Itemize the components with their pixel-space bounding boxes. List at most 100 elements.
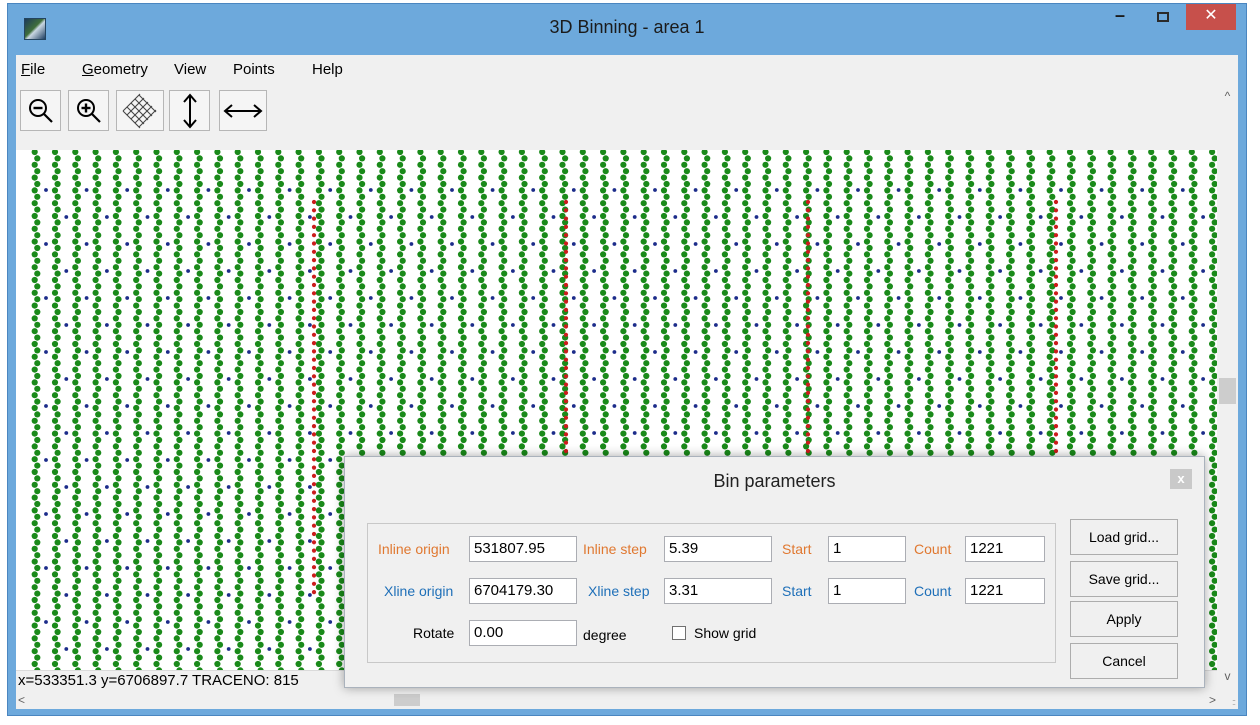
trace-point (582, 283, 589, 290)
minimize-button[interactable]: – (1105, 4, 1135, 30)
vertical-arrows-button[interactable] (169, 90, 210, 131)
trace-point (133, 430, 140, 437)
trace-point (135, 168, 142, 175)
trace-point (196, 232, 203, 239)
trace-point (72, 456, 79, 463)
menu-geometry[interactable]: Geometry (82, 61, 148, 78)
trace-point (1110, 206, 1117, 213)
trace-point (927, 308, 934, 316)
trace-point (1191, 347, 1198, 354)
trace-point (234, 430, 241, 437)
trace-point (214, 212, 221, 220)
trace-point (275, 187, 282, 194)
trace-point (785, 296, 792, 303)
trace-point (843, 302, 850, 309)
trace-point (582, 449, 589, 456)
menu-view[interactable]: View (174, 61, 206, 78)
trace-point (1150, 244, 1157, 252)
trace-point (579, 225, 586, 232)
trace-point (988, 436, 995, 444)
trace-point (275, 353, 282, 360)
trace-point (478, 212, 485, 220)
trace-point (1168, 187, 1175, 194)
trace-point (886, 283, 894, 290)
trace-point (176, 641, 183, 648)
trace-point (846, 360, 853, 367)
trace-point (480, 411, 487, 418)
trace-point (376, 379, 383, 386)
trace-point (1069, 193, 1076, 200)
trace-point (115, 616, 122, 623)
trace-point (216, 321, 224, 328)
trace-point (359, 411, 366, 418)
trace-point (843, 353, 850, 360)
trace-point (194, 430, 201, 437)
trace-point (742, 264, 749, 271)
trace-point (277, 398, 284, 405)
trace-point (1066, 379, 1074, 386)
trace-point (216, 283, 224, 290)
close-button[interactable]: ✕ (1186, 4, 1236, 30)
trace-point (843, 238, 850, 245)
trace-point (622, 296, 630, 303)
trace-point (681, 379, 688, 386)
trace-point (622, 206, 630, 213)
grid-button[interactable] (116, 90, 164, 131)
trace-point (985, 417, 992, 424)
trace-point (1089, 168, 1096, 175)
trace-point (315, 379, 322, 386)
trace-point (1148, 187, 1155, 194)
trace-point (1188, 379, 1195, 386)
trace-point (196, 180, 203, 188)
trace-point (196, 488, 203, 495)
trace-point (1130, 296, 1137, 303)
trace-point (1066, 315, 1074, 322)
trace-point (216, 155, 224, 162)
menu-file[interactable]: File (21, 61, 45, 78)
trace-point (1069, 398, 1076, 405)
trace-point (907, 232, 914, 239)
trace-point (965, 404, 972, 412)
trace-point (721, 417, 729, 424)
trace-point (762, 392, 769, 399)
trace-point (521, 283, 528, 290)
receiver-point (105, 431, 109, 435)
trace-point (214, 481, 221, 488)
trace-point (988, 270, 995, 277)
trace-point (704, 257, 711, 264)
trace-point (988, 308, 995, 316)
zoom-in-button[interactable] (68, 90, 109, 131)
trace-point (54, 283, 61, 290)
trace-point (437, 443, 444, 450)
trace-point (866, 372, 873, 380)
trace-point (663, 155, 670, 162)
trace-point (1089, 206, 1096, 213)
trace-point (518, 302, 525, 309)
trace-point (762, 379, 769, 386)
trace-point (51, 609, 59, 616)
trace-point (457, 238, 465, 245)
trace-point (1069, 347, 1076, 354)
trace-point (1110, 372, 1117, 380)
trace-point (112, 212, 119, 220)
trace-point (579, 302, 586, 309)
trace-point (34, 206, 41, 213)
title-bar[interactable]: 3D Binning - area 1 – ✕ (8, 4, 1246, 54)
trace-point (681, 340, 688, 348)
menu-help[interactable]: Help (312, 61, 343, 78)
trace-point (701, 150, 708, 156)
trace-point (927, 424, 934, 431)
trace-point (237, 500, 244, 508)
trace-point (153, 225, 160, 232)
menu-points[interactable]: Points (233, 61, 275, 78)
trace-point (947, 270, 954, 277)
trace-point (924, 225, 932, 232)
horizontal-arrows-button[interactable] (219, 90, 267, 131)
trace-point (254, 507, 262, 514)
maximize-button[interactable] (1148, 4, 1178, 30)
zoom-out-button[interactable] (20, 90, 61, 131)
trace-point (176, 436, 183, 444)
trace-point (74, 347, 81, 354)
trace-point (173, 584, 180, 591)
trace-point (1066, 340, 1074, 348)
